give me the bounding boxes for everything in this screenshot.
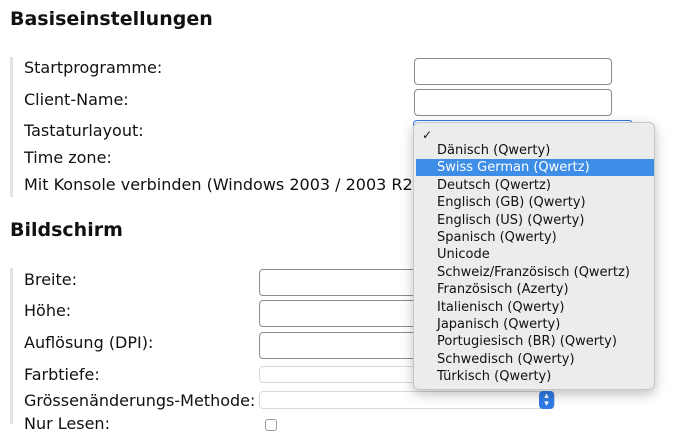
dropdown-option[interactable]: Swiss German (Qwertz) — [416, 159, 654, 177]
section-title-screen: Bildschirm — [10, 219, 123, 241]
resize-method-label: Grössenänderungs-Methode: — [24, 391, 256, 410]
dropdown-option[interactable]: Japanisch (Qwerty) — [414, 316, 654, 333]
resolution-label: Auflösung (DPI): — [24, 333, 154, 352]
dropdown-option[interactable]: Dänisch (Qwerty) — [414, 142, 654, 159]
chevron-down-icon: ▾ — [544, 399, 549, 409]
color-depth-select[interactable] — [259, 366, 419, 383]
section-divider-screen — [10, 268, 13, 424]
dropdown-option[interactable]: Englisch (US) (Qwerty) — [414, 212, 654, 229]
dropdown-option[interactable]: Deutsch (Qwertz) — [414, 177, 654, 194]
read-only-label: Nur Lesen: — [24, 414, 110, 433]
dropdown-option[interactable]: Portugiesisch (BR) (Qwerty) — [414, 333, 654, 350]
width-label: Breite: — [24, 270, 77, 289]
dropdown-option[interactable]: Türkisch (Qwerty) — [414, 368, 654, 385]
dropdown-option[interactable]: Englisch (GB) (Qwerty) — [414, 194, 654, 211]
start-program-label: Startprogramme: — [24, 58, 163, 77]
resolution-input[interactable] — [259, 332, 419, 359]
client-name-label: Client-Name: — [24, 90, 129, 109]
dropdown-option[interactable]: Französisch (Azerty) — [414, 281, 654, 298]
width-input[interactable] — [259, 269, 419, 296]
keyboard-layout-dropdown: ✓ Dänisch (Qwerty) Swiss German (Qwertz) D… — [413, 122, 655, 390]
read-only-checkbox[interactable] — [265, 419, 277, 431]
keyboard-layout-label: Tastaturlayout: — [24, 121, 144, 140]
dropdown-option[interactable]: Spanisch (Qwerty) — [414, 229, 654, 246]
client-name-input[interactable] — [414, 89, 612, 116]
start-program-input[interactable] — [414, 58, 612, 85]
time-zone-label: Time zone: — [24, 148, 112, 167]
dropdown-option[interactable]: Schwedisch (Qwerty) — [414, 351, 654, 368]
dropdown-option[interactable]: Unicode — [414, 246, 654, 263]
height-label: Höhe: — [24, 301, 72, 320]
resize-method-stepper[interactable]: ▴ ▾ — [539, 391, 554, 409]
color-depth-label: Farbtiefe: — [24, 365, 100, 384]
console-label: Mit Konsole verbinden (Windows 2003 / 20… — [24, 175, 425, 194]
height-input[interactable] — [259, 300, 419, 327]
resize-method-select[interactable] — [259, 391, 555, 409]
section-title-basic: Basiseinstellungen — [10, 8, 213, 30]
dropdown-option[interactable]: Schweiz/Französisch (Qwertz) — [414, 264, 654, 281]
section-divider-basic — [10, 57, 13, 197]
dropdown-option[interactable]: Italienisch (Qwerty) — [414, 299, 654, 316]
